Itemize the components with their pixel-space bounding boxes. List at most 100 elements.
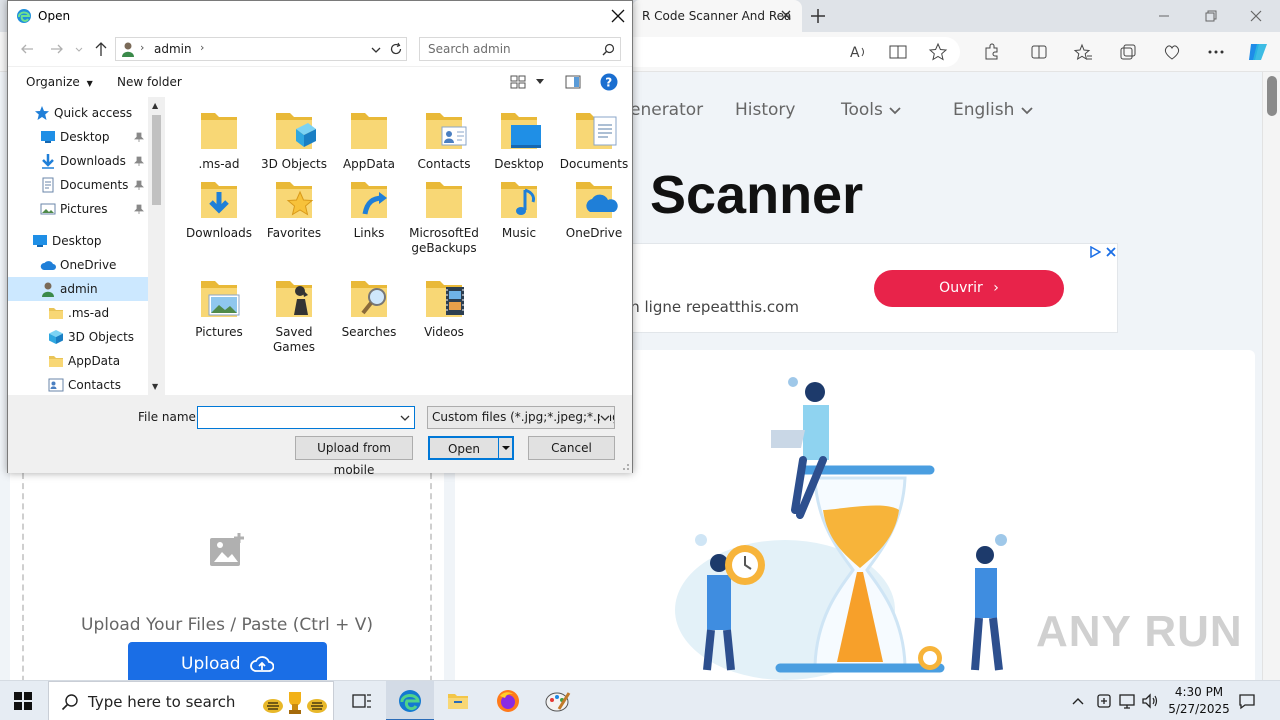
file-item[interactable]: .ms-ad — [182, 107, 256, 172]
minimize-icon[interactable] — [1154, 6, 1174, 26]
file-type-select[interactable]: Custom files (*.jpg;*.jpeg;*.png — [427, 406, 615, 429]
chevron-up-icon[interactable] — [1070, 693, 1086, 709]
file-item[interactable]: OneDrive — [557, 176, 631, 241]
nav-generator-link[interactable]: enerator — [630, 100, 703, 120]
collections-icon[interactable] — [1118, 42, 1138, 62]
split-screen-icon[interactable] — [1029, 42, 1049, 62]
up-arrow-icon[interactable] — [92, 40, 110, 58]
nav-item-downloads[interactable]: Downloads — [8, 149, 148, 173]
nav-item-appdata[interactable]: AppData — [8, 349, 148, 373]
ad-choices-icon[interactable] — [1089, 246, 1101, 258]
nav-item-desktop[interactable]: Desktop — [8, 229, 148, 253]
nav-item-onedrive[interactable]: OneDrive — [8, 253, 148, 277]
taskbar-search-box[interactable]: Type here to search — [48, 681, 334, 720]
path-segment[interactable]: admin — [154, 42, 192, 56]
file-item[interactable]: MicrosoftEdgeBackups — [407, 176, 481, 256]
notifications-icon[interactable] — [1238, 692, 1256, 710]
nav-scrollbar[interactable]: ▲ ▼ — [148, 97, 165, 395]
system-clock[interactable]: 4:30 PM 5/27/2025 — [1160, 684, 1238, 718]
refresh-icon[interactable] — [389, 42, 403, 56]
new-tab-icon[interactable] — [808, 6, 828, 26]
scroll-up-icon[interactable]: ▲ — [152, 101, 158, 110]
open-dropdown-icon[interactable] — [498, 437, 512, 459]
security-icon[interactable] — [1095, 692, 1113, 710]
ad-open-button[interactable]: Ouvrir › — [874, 270, 1064, 307]
file-item[interactable]: Saved Games — [257, 275, 331, 355]
file-item[interactable]: Contacts — [407, 107, 481, 172]
file-item[interactable]: Documents — [557, 107, 631, 172]
resize-grip-icon[interactable] — [620, 461, 630, 471]
help-icon[interactable]: ? — [600, 73, 618, 91]
file-item[interactable]: Pictures — [182, 275, 256, 340]
extensions-icon[interactable] — [981, 42, 1001, 62]
read-aloud-icon[interactable]: A — [848, 42, 868, 62]
taskbar-edge-button[interactable] — [386, 681, 434, 720]
copilot-icon[interactable] — [1246, 40, 1270, 64]
organize-menu[interactable]: Organize ▼ — [26, 75, 93, 89]
chevron-down-icon[interactable] — [370, 44, 382, 56]
nav-language-label: English — [953, 100, 1015, 120]
file-name-input[interactable] — [197, 406, 415, 429]
favorite-star-icon[interactable] — [928, 42, 948, 62]
file-item[interactable]: Music — [482, 176, 556, 241]
ad-banner[interactable]: en ligne repeatthis.com Ouvrir › — [620, 243, 1118, 333]
restore-icon[interactable] — [1200, 6, 1220, 26]
url-field[interactable]: A — [620, 37, 960, 67]
file-item[interactable]: Desktop — [482, 107, 556, 172]
preview-pane-icon[interactable] — [565, 75, 581, 89]
taskbar-firefox-button[interactable] — [484, 681, 532, 720]
file-item[interactable]: Downloads — [182, 176, 256, 241]
nav-item-quick-access[interactable]: Quick access — [8, 101, 148, 125]
recent-dropdown-icon[interactable] — [74, 40, 84, 58]
network-icon[interactable] — [1118, 692, 1136, 710]
nav-history-link[interactable]: History — [735, 100, 795, 120]
upload-instructions: Upload Your Files / Paste (Ctrl + V) — [81, 615, 373, 635]
nav-item-documents[interactable]: Documents — [8, 173, 148, 197]
upload-button[interactable]: Upload — [128, 642, 327, 680]
close-window-icon[interactable] — [1246, 6, 1266, 26]
page-scrollbar[interactable] — [1262, 72, 1280, 680]
immersive-reader-icon[interactable] — [888, 42, 908, 62]
close-tab-icon[interactable] — [778, 7, 794, 23]
view-dropdown-icon[interactable] — [535, 78, 545, 86]
cancel-button[interactable]: Cancel — [528, 436, 615, 460]
ad-close-icon[interactable] — [1105, 246, 1117, 258]
windows-start-icon[interactable] — [14, 692, 32, 710]
nav-item-contacts[interactable]: Contacts — [8, 373, 148, 395]
nav-item-pictures[interactable]: Pictures — [8, 197, 148, 221]
performance-icon[interactable] — [1162, 42, 1182, 62]
open-button[interactable]: Open — [428, 436, 514, 460]
file-item[interactable]: AppData — [332, 107, 406, 172]
back-arrow-icon[interactable] — [18, 40, 36, 58]
nav-tools-link[interactable]: Tools — [841, 100, 902, 120]
nav-scroll-thumb[interactable] — [152, 115, 161, 205]
view-options-icon[interactable] — [510, 75, 526, 89]
close-icon[interactable] — [608, 6, 628, 26]
nav-item-3d-objects[interactable]: 3D Objects — [8, 325, 148, 349]
new-folder-button[interactable]: New folder — [117, 75, 182, 89]
nav-item-desktop[interactable]: Desktop — [8, 125, 148, 149]
taskbar-explorer-button[interactable] — [434, 681, 482, 720]
chevron-down-icon[interactable] — [400, 413, 410, 423]
volume-icon[interactable] — [1141, 692, 1159, 710]
search-icon[interactable] — [602, 43, 615, 56]
file-item[interactable]: Links — [332, 176, 406, 241]
search-input[interactable]: Search admin — [419, 37, 621, 61]
more-menu-icon[interactable] — [1206, 42, 1226, 62]
nav-language-link[interactable]: English — [953, 100, 1034, 120]
favorites-icon[interactable] — [1073, 42, 1093, 62]
file-item[interactable]: Searches — [332, 275, 406, 340]
forward-arrow-icon[interactable] — [48, 40, 66, 58]
file-item[interactable]: Favorites — [257, 176, 331, 241]
browser-tab[interactable]: R Code Scanner And Read — [632, 0, 802, 32]
path-breadcrumb[interactable]: › admin › — [115, 37, 407, 61]
taskbar-paint-button[interactable] — [534, 681, 582, 720]
nav-item-ms-ad[interactable]: .ms-ad — [8, 301, 148, 325]
file-item[interactable]: 3D Objects — [257, 107, 331, 172]
file-item[interactable]: Videos — [407, 275, 481, 340]
nav-item-admin[interactable]: admin — [8, 277, 148, 301]
upload-from-mobile-button[interactable]: Upload from mobile — [295, 436, 413, 477]
task-view-button[interactable] — [338, 681, 386, 720]
scroll-down-icon[interactable]: ▼ — [152, 382, 158, 391]
scrollbar-thumb[interactable] — [1267, 76, 1277, 116]
